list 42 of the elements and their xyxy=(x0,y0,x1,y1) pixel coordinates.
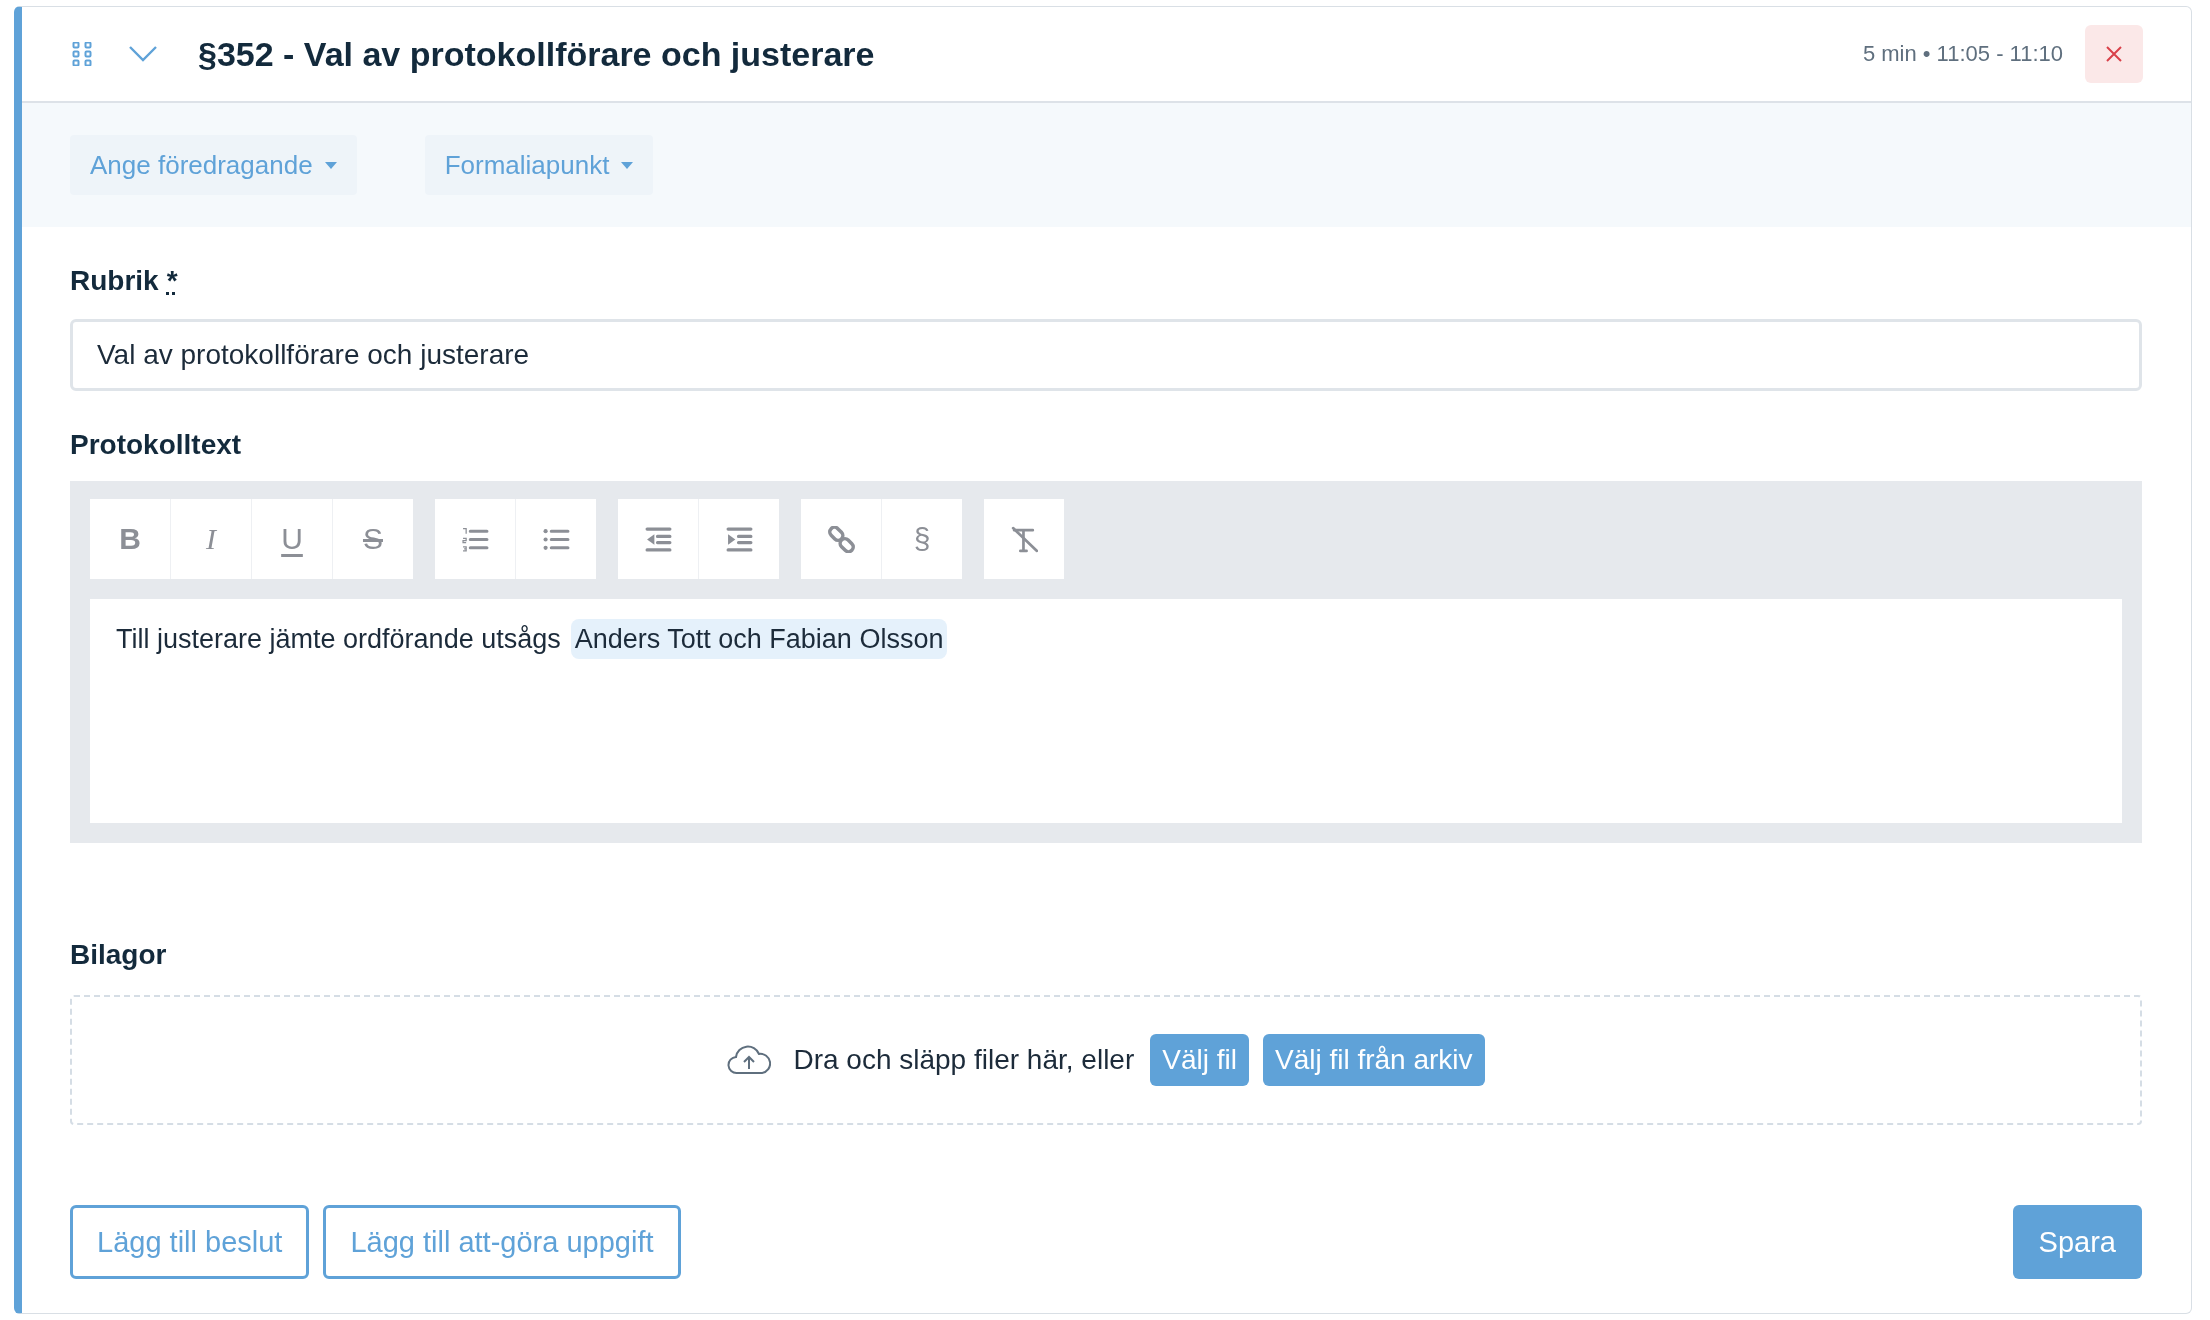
close-icon xyxy=(2105,45,2123,63)
agenda-item-title: §352 - Val av protokollförare och justerare xyxy=(198,34,876,74)
save-button[interactable]: Spara xyxy=(2012,1205,2142,1279)
required-mark: * xyxy=(166,265,178,297)
link-button[interactable] xyxy=(801,499,881,579)
caret-down-icon xyxy=(324,161,337,169)
dropdown-button[interactable]: Ange föredragande xyxy=(70,135,357,195)
add-button[interactable]: Lägg till beslut xyxy=(70,1205,310,1279)
drop-instruction: Dra och släpp filer här, eller xyxy=(793,1044,1135,1076)
field-label: Bilagor xyxy=(70,939,167,971)
field-label: Rubrik xyxy=(70,265,159,297)
duration-time: 5 min • 11:05 - 11:10 xyxy=(1862,41,2063,67)
caret-down-icon xyxy=(621,161,634,169)
clear-format-icon xyxy=(1010,525,1038,553)
field-label: Protokolltext xyxy=(70,429,242,461)
highlighted-names: Anders Tott och Fabian Olsson xyxy=(570,619,948,659)
ordered-list-button[interactable] xyxy=(435,499,515,579)
bold-button[interactable]: B xyxy=(90,499,170,579)
link-icon xyxy=(827,525,855,553)
bullet-list-button[interactable] xyxy=(516,499,596,579)
file-drop-zone[interactable]: Dra och släpp filer här, eller Välj fil Välj fil från arkiv xyxy=(70,995,2142,1125)
indent-button[interactable] xyxy=(699,499,779,579)
editor-content-area[interactable]: Till justerare jämte ordförande utsågs Anders Tott och Fabian Olsson xyxy=(90,599,2122,823)
close-button[interactable] xyxy=(2085,25,2143,83)
outdent-button[interactable] xyxy=(618,499,698,579)
strikethrough-button[interactable]: S xyxy=(333,499,413,579)
clear-format-button[interactable] xyxy=(984,499,1064,579)
chevron-down-icon[interactable] xyxy=(128,45,158,63)
grid-icon[interactable] xyxy=(70,42,94,66)
choose-file-button[interactable]: Välj fil från arkiv xyxy=(1262,1034,1485,1086)
dropdown-button[interactable]: Formaliapunkt xyxy=(424,135,654,195)
italic-button[interactable]: I xyxy=(171,499,251,579)
editor-text: Till justerare jämte ordförande utsågs xyxy=(115,623,562,656)
choose-file-button[interactable]: Välj fil xyxy=(1150,1034,1249,1086)
ordered-list-icon xyxy=(461,525,489,553)
indent-icon xyxy=(725,525,753,553)
add-button[interactable]: Lägg till att-göra uppgift xyxy=(323,1205,681,1279)
underline-button[interactable]: U xyxy=(252,499,332,579)
section-button[interactable]: § xyxy=(882,499,962,579)
outdent-icon xyxy=(644,525,672,553)
title-input-field[interactable]: Val av protokollförare och justerare xyxy=(70,319,2142,391)
cloud-upload-icon xyxy=(727,1045,772,1075)
